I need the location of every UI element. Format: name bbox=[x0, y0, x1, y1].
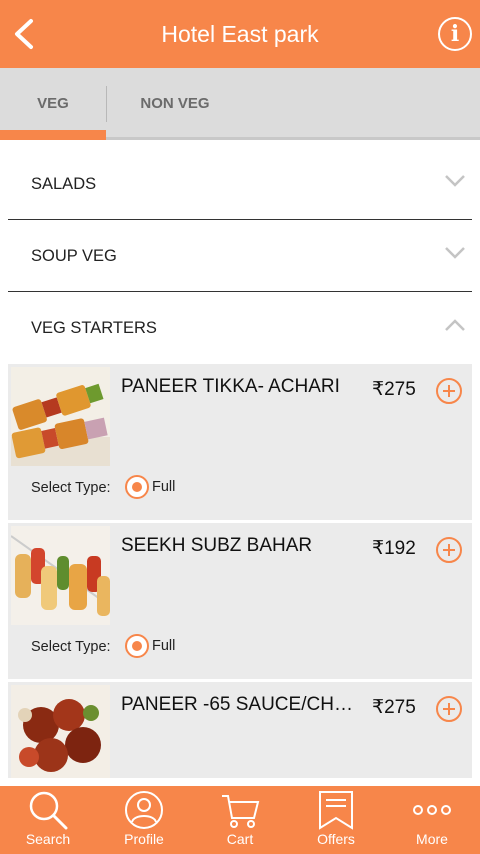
category-soup-veg[interactable]: SOUP VEG bbox=[8, 220, 472, 292]
tab-non-veg[interactable]: NON VEG bbox=[107, 68, 243, 137]
chevron-up-icon bbox=[445, 319, 465, 331]
nav-more[interactable]: More bbox=[384, 786, 480, 854]
nav-cart[interactable]: Cart bbox=[192, 786, 288, 854]
select-type-label: Select Type: bbox=[31, 480, 111, 496]
category-label: SALADS bbox=[31, 175, 97, 193]
food-image bbox=[11, 367, 110, 466]
search-icon bbox=[29, 791, 68, 830]
category-label: VEG STARTERS bbox=[31, 319, 157, 337]
bottom-navigation: Search Profile Cart Offers More bbox=[0, 786, 480, 854]
nav-label: Profile bbox=[124, 831, 164, 847]
nav-search[interactable]: Search bbox=[0, 786, 96, 854]
nav-label: Offers bbox=[317, 831, 355, 847]
category-label: SOUP VEG bbox=[31, 247, 117, 265]
menu-item: PANEER -65 SAUCE/CHILLI ₹275 bbox=[8, 682, 472, 778]
more-icon bbox=[413, 805, 451, 815]
add-item-button[interactable] bbox=[436, 378, 462, 404]
add-item-button[interactable] bbox=[436, 696, 462, 722]
item-name: PANEER TIKKA- ACHARI bbox=[121, 376, 340, 397]
nav-offers[interactable]: Offers bbox=[288, 786, 384, 854]
offers-icon bbox=[319, 791, 353, 830]
radio-full[interactable] bbox=[125, 634, 149, 658]
nav-label: Cart bbox=[226, 831, 254, 847]
app-screen: Hotel East park i VEG NON VEG SALADS SOU… bbox=[0, 0, 480, 854]
active-tab-indicator bbox=[0, 130, 106, 140]
chevron-down-icon bbox=[445, 175, 465, 187]
food-image bbox=[11, 685, 110, 778]
profile-icon bbox=[125, 791, 163, 829]
item-price: ₹275 bbox=[372, 379, 416, 400]
item-price: ₹275 bbox=[372, 697, 416, 718]
app-header: Hotel East park i bbox=[0, 0, 480, 68]
select-type-label: Select Type: bbox=[31, 639, 111, 655]
nav-label: More bbox=[416, 831, 448, 847]
page-title: Hotel East park bbox=[161, 21, 319, 47]
chevron-down-icon bbox=[445, 247, 465, 259]
add-item-button[interactable] bbox=[436, 537, 462, 563]
tab-bar: VEG NON VEG bbox=[0, 68, 480, 140]
radio-full-label: Full bbox=[152, 638, 176, 654]
item-name: PANEER -65 SAUCE/CHILLI bbox=[121, 694, 353, 715]
nav-label: Search bbox=[25, 831, 71, 847]
nav-profile[interactable]: Profile bbox=[96, 786, 192, 854]
info-button[interactable]: i bbox=[438, 17, 472, 51]
radio-full-label: Full bbox=[152, 479, 176, 495]
menu-item: SEEKH SUBZ BAHAR ₹192 Select Type: Full bbox=[8, 523, 472, 679]
item-name: SEEKH SUBZ BAHAR bbox=[121, 535, 313, 556]
menu-item: PANEER TIKKA- ACHARI ₹275 Select Type: F… bbox=[8, 364, 472, 520]
info-icon: i bbox=[450, 21, 460, 47]
radio-full[interactable] bbox=[125, 475, 149, 499]
cart-icon bbox=[222, 795, 260, 828]
item-price: ₹192 bbox=[372, 538, 416, 559]
category-salads[interactable]: SALADS bbox=[8, 148, 472, 220]
food-image bbox=[11, 526, 110, 625]
category-veg-starters[interactable]: VEG STARTERS bbox=[8, 292, 472, 364]
tab-veg[interactable]: VEG bbox=[0, 68, 106, 137]
